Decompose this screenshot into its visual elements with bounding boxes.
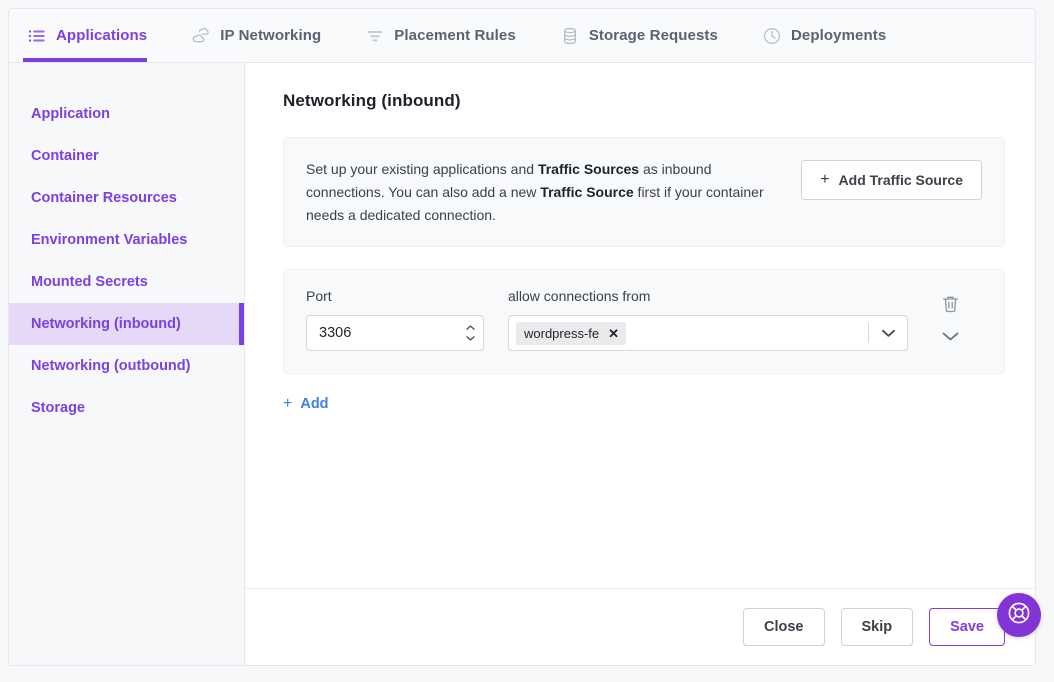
add-link-label: Add: [300, 396, 329, 413]
info-description: Set up your existing applications and Tr…: [306, 158, 777, 226]
tab-label: Applications: [56, 27, 148, 44]
chip-remove-icon[interactable]: ✕: [608, 327, 619, 340]
sidebar-item-label: Networking (inbound): [31, 316, 181, 332]
sidebar-item-label: Application: [31, 106, 110, 122]
tab-label: Storage Requests: [588, 27, 718, 44]
support-button[interactable]: [997, 593, 1041, 637]
expand-row-chevron-down-icon[interactable]: [941, 330, 960, 342]
sidebar-item-application[interactable]: Application: [9, 93, 244, 135]
chip-label: wordpress-fe: [524, 325, 600, 341]
plus-icon: +: [283, 395, 293, 413]
page-title: Networking (inbound): [283, 91, 461, 110]
allow-connections-label: allow connections from: [508, 288, 651, 305]
port-field-group: Port: [306, 288, 484, 352]
app-root: Applications IP Networking Placement Rul…: [0, 0, 1054, 682]
plus-icon: +: [820, 171, 830, 188]
window-body: Application Container Container Resource…: [9, 63, 1035, 665]
tab-applications[interactable]: Applications: [23, 9, 169, 62]
allow-connections-field-group: allow connections from wordpress-fe ✕: [508, 288, 908, 352]
port-input[interactable]: [306, 315, 484, 352]
list-icon: [27, 26, 47, 46]
port-input-wrapper: [306, 315, 484, 352]
sidebar-item-mounted-secrets[interactable]: Mounted Secrets: [9, 261, 244, 303]
lifebuoy-icon: [1006, 600, 1032, 631]
sidebar-item-container[interactable]: Container: [9, 135, 244, 177]
tab-label: Deployments: [790, 27, 887, 44]
main-scroll-area: Networking (inbound) Set up your existin…: [245, 63, 1035, 588]
info-text-part1: Set up your existing applications and: [306, 161, 538, 177]
info-bold-traffic-sources: Traffic Sources: [537, 161, 640, 177]
tab-storage-requests[interactable]: Storage Requests: [556, 9, 740, 62]
clouds-icon: [191, 26, 211, 46]
database-icon: [560, 26, 580, 46]
clock-icon: [762, 26, 782, 46]
sidebar-item-label: Container: [31, 148, 99, 164]
inbound-rule-panel: Port 3306 allow connections from wordpre…: [283, 269, 1005, 375]
sidebar-item-label: Storage: [31, 400, 85, 416]
tab-label: IP Networking: [220, 27, 322, 44]
main-content: Networking (inbound) Set up your existin…: [245, 63, 1035, 665]
chip-wordpress-fe[interactable]: wordpress-fe ✕: [516, 321, 627, 345]
tab-ip-networking[interactable]: IP Networking: [187, 9, 343, 62]
sidebar-item-label: Environment Variables: [31, 232, 188, 248]
trash-icon[interactable]: [941, 294, 960, 314]
info-bold-traffic-source: Traffic Source: [540, 183, 634, 200]
port-stepper[interactable]: [465, 325, 476, 342]
application-window: Applications IP Networking Placement Rul…: [8, 8, 1036, 666]
traffic-source-info-panel: Set up your existing applications and Tr…: [283, 137, 1005, 248]
sidebar-item-label: Container Resources: [31, 190, 177, 206]
dialog-footer: Close Skip Save: [245, 588, 1035, 665]
add-traffic-source-button[interactable]: + Add Traffic Source: [801, 160, 982, 200]
filter-icon: [365, 26, 385, 46]
add-port-rule-link[interactable]: + Add: [283, 395, 329, 413]
tab-label: Placement Rules: [394, 27, 516, 44]
tab-deployments[interactable]: Deployments: [758, 9, 908, 62]
allow-connections-multiselect[interactable]: wordpress-fe ✕: [508, 315, 908, 352]
add-traffic-source-label: Add Traffic Source: [838, 172, 963, 188]
selected-chips: wordpress-fe ✕: [516, 321, 868, 345]
main-tab-bar: Applications IP Networking Placement Rul…: [9, 9, 1035, 63]
chevron-down-icon[interactable]: [869, 316, 907, 350]
sidebar-item-container-resources[interactable]: Container Resources: [9, 177, 244, 219]
sidebar-item-label: Networking (outbound): [31, 358, 191, 374]
row-actions: [918, 288, 982, 342]
sidebar-item-label: Mounted Secrets: [31, 274, 148, 290]
skip-button[interactable]: Skip: [840, 608, 914, 646]
sidebar-item-storage[interactable]: Storage: [9, 387, 244, 429]
inbound-rule-row: Port 3306 allow connections from wordpre…: [306, 288, 982, 352]
sidebar-item-networking-inbound[interactable]: Networking (inbound): [9, 303, 244, 345]
port-label: Port: [306, 288, 332, 305]
sidebar-item-networking-outbound[interactable]: Networking (outbound): [9, 345, 244, 387]
close-button[interactable]: Close: [743, 608, 825, 646]
sidebar-item-environment-variables[interactable]: Environment Variables: [9, 219, 244, 261]
tab-placement-rules[interactable]: Placement Rules: [361, 9, 538, 62]
save-button[interactable]: Save: [929, 608, 1005, 646]
settings-sidebar: Application Container Container Resource…: [9, 63, 245, 665]
